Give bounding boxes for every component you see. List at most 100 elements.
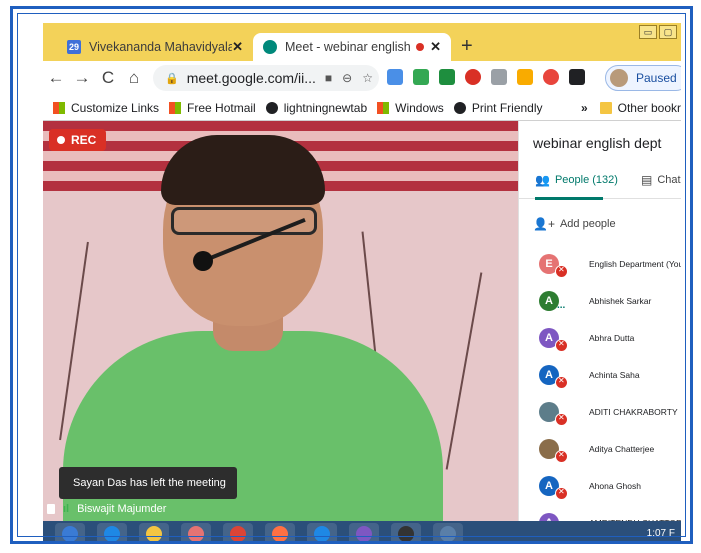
taskbar-item[interactable] xyxy=(433,522,463,541)
other-bookmarks[interactable]: Other bookr xyxy=(599,100,681,115)
bookmark-print-friendly[interactable]: Print Friendly xyxy=(453,101,543,115)
tab-people[interactable]: 👥 People (132) xyxy=(535,173,618,200)
meet-icon xyxy=(263,40,277,54)
taskbar-item[interactable] xyxy=(97,522,127,541)
extension-icon[interactable] xyxy=(387,69,403,85)
bookmark-label: lightningnewtab xyxy=(283,100,368,115)
lock-icon: 🔒 xyxy=(165,72,179,85)
camera-icon[interactable]: ■ xyxy=(325,71,332,85)
pin-icon[interactable] xyxy=(47,504,55,514)
globe-icon xyxy=(265,101,278,114)
ie-icon xyxy=(104,525,120,541)
zoom-icon[interactable]: ⊖ xyxy=(342,71,352,85)
presenter-label: ıl Biswajit Majumder xyxy=(47,503,166,515)
tab-title: Vivekananda Mahavidyalaya - C xyxy=(89,40,232,54)
bookmark-label: Other bookr xyxy=(617,100,681,115)
meeting-title: webinar english dept xyxy=(533,135,662,151)
home-button[interactable]: ⌂ xyxy=(121,68,147,88)
tab-chat[interactable]: ▤ Chat xyxy=(641,173,681,187)
bookmark-windows[interactable]: Windows xyxy=(377,101,444,115)
participant-row[interactable]: Aditya Chatterjee xyxy=(519,430,681,467)
microsoft-icon xyxy=(53,101,65,114)
people-icon: 👥 xyxy=(535,173,550,187)
address-text: meet.google.com/ii... xyxy=(186,70,316,86)
back-button[interactable]: ← xyxy=(43,68,69,88)
participant-name: Abhra Dutta xyxy=(589,332,635,343)
star-icon[interactable]: ☆ xyxy=(362,71,373,85)
close-icon[interactable]: ✕ xyxy=(430,39,441,55)
participant-row[interactable]: AAbhra Dutta xyxy=(519,319,681,356)
browser-window: 29 Vivekananda Mahavidyalaya - C ✕ Meet … xyxy=(43,23,681,541)
folder-icon xyxy=(599,101,612,114)
profile-button[interactable]: Paused xyxy=(605,65,681,91)
bookmark-free-hotmail[interactable]: Free Hotmail xyxy=(169,101,256,115)
address-bar[interactable]: 🔒 meet.google.com/ii... ■ ⊖ ☆ xyxy=(153,65,379,91)
participant-list: EEnglish Department (You) A... Abhishek Sa… xyxy=(519,245,681,521)
recording-indicator-icon xyxy=(416,43,425,51)
bookmark-label: Windows xyxy=(395,100,444,115)
tab-title: Meet - webinar english dept xyxy=(285,40,411,54)
profile-status: Paused xyxy=(636,71,677,85)
mic-off-icon xyxy=(555,339,568,352)
app-icon xyxy=(356,525,372,541)
taskbar-item[interactable] xyxy=(55,522,85,541)
notification-toast: Sayan Das has left the meeting xyxy=(59,467,237,499)
mic-off-icon xyxy=(555,413,568,426)
extension-icon[interactable] xyxy=(439,69,455,85)
taskbar-item[interactable] xyxy=(307,522,337,541)
participant-row[interactable]: EEnglish Department (You) xyxy=(519,245,681,282)
tab-meet[interactable]: Meet - webinar english dept ✕ xyxy=(253,33,451,61)
avatar xyxy=(610,69,628,87)
bookmarks-overflow-button[interactable]: » xyxy=(581,101,588,115)
add-person-icon: 👤+ xyxy=(533,217,555,231)
globe-icon xyxy=(453,101,466,114)
chat-icon: ▤ xyxy=(641,173,653,187)
video-tile[interactable]: REC Sayan Das has left the meeting ıl Bi… xyxy=(43,121,518,521)
participant-row[interactable]: ADITI CHAKRABORTY xyxy=(519,393,681,430)
extension-icon[interactable] xyxy=(413,69,429,85)
taskbar-item[interactable] xyxy=(139,522,169,541)
taskbar-item[interactable] xyxy=(391,522,421,541)
folder-icon xyxy=(146,525,162,541)
puzzle-icon[interactable] xyxy=(569,69,585,85)
avatar: A xyxy=(539,512,559,521)
screenshot-frame: 29 Vivekananda Mahavidyalaya - C ✕ Meet … xyxy=(10,6,693,544)
participant-row[interactable]: AAchinta Saha xyxy=(519,356,681,393)
restore-button[interactable]: ▢ xyxy=(659,25,677,39)
bookmark-customize-links[interactable]: Customize Links xyxy=(53,101,159,115)
extension-icon[interactable] xyxy=(491,69,507,85)
bookmark-lightningnewtab[interactable]: lightningnewtab xyxy=(265,100,368,115)
participant-row[interactable]: A... Abhishek Sarkar xyxy=(519,282,681,319)
taskbar-item[interactable] xyxy=(223,522,253,541)
taskbar-item[interactable] xyxy=(265,522,295,541)
add-people-button[interactable]: 👤+ Add people xyxy=(533,217,616,231)
panel-tabs: 👥 People (132) ▤ Chat xyxy=(519,169,681,200)
taskbar-item[interactable] xyxy=(181,522,211,541)
start-icon xyxy=(62,525,78,541)
extension-icon[interactable] xyxy=(465,69,481,85)
new-tab-button[interactable]: + xyxy=(461,35,473,58)
taskbar-item[interactable] xyxy=(349,522,379,541)
mic-off-icon xyxy=(555,450,568,463)
tab-vivekananda[interactable]: 29 Vivekananda Mahavidyalaya - C ✕ xyxy=(57,33,253,61)
participant-name: English Department (You) xyxy=(589,258,681,269)
reload-button[interactable]: C xyxy=(95,68,121,88)
extension-icon[interactable] xyxy=(543,69,559,85)
avatar: A xyxy=(539,290,559,311)
participant-name: Aditya Chatterjee xyxy=(589,443,655,454)
participant-row[interactable]: AAMRITENDU CHATTOPAD xyxy=(519,504,681,521)
participant-name: Abhishek Sarkar xyxy=(589,295,652,306)
participant-name: Achinta Saha xyxy=(589,369,640,380)
bookmark-label: Customize Links xyxy=(71,100,160,115)
presenter-name: Biswajit Majumder xyxy=(77,503,167,515)
extension-icon[interactable] xyxy=(517,69,533,85)
taskbar-clock: 1:07 F xyxy=(646,528,675,539)
cmd-icon xyxy=(398,525,414,541)
minimize-button[interactable]: ▭ xyxy=(639,25,657,39)
mic-off-icon xyxy=(555,265,568,278)
participant-row[interactable]: AAhona Ghosh xyxy=(519,467,681,504)
chat-tab-label: Chat xyxy=(657,174,681,186)
media-icon xyxy=(188,525,204,541)
close-icon[interactable]: ✕ xyxy=(232,39,243,55)
forward-button[interactable]: → xyxy=(69,68,95,88)
